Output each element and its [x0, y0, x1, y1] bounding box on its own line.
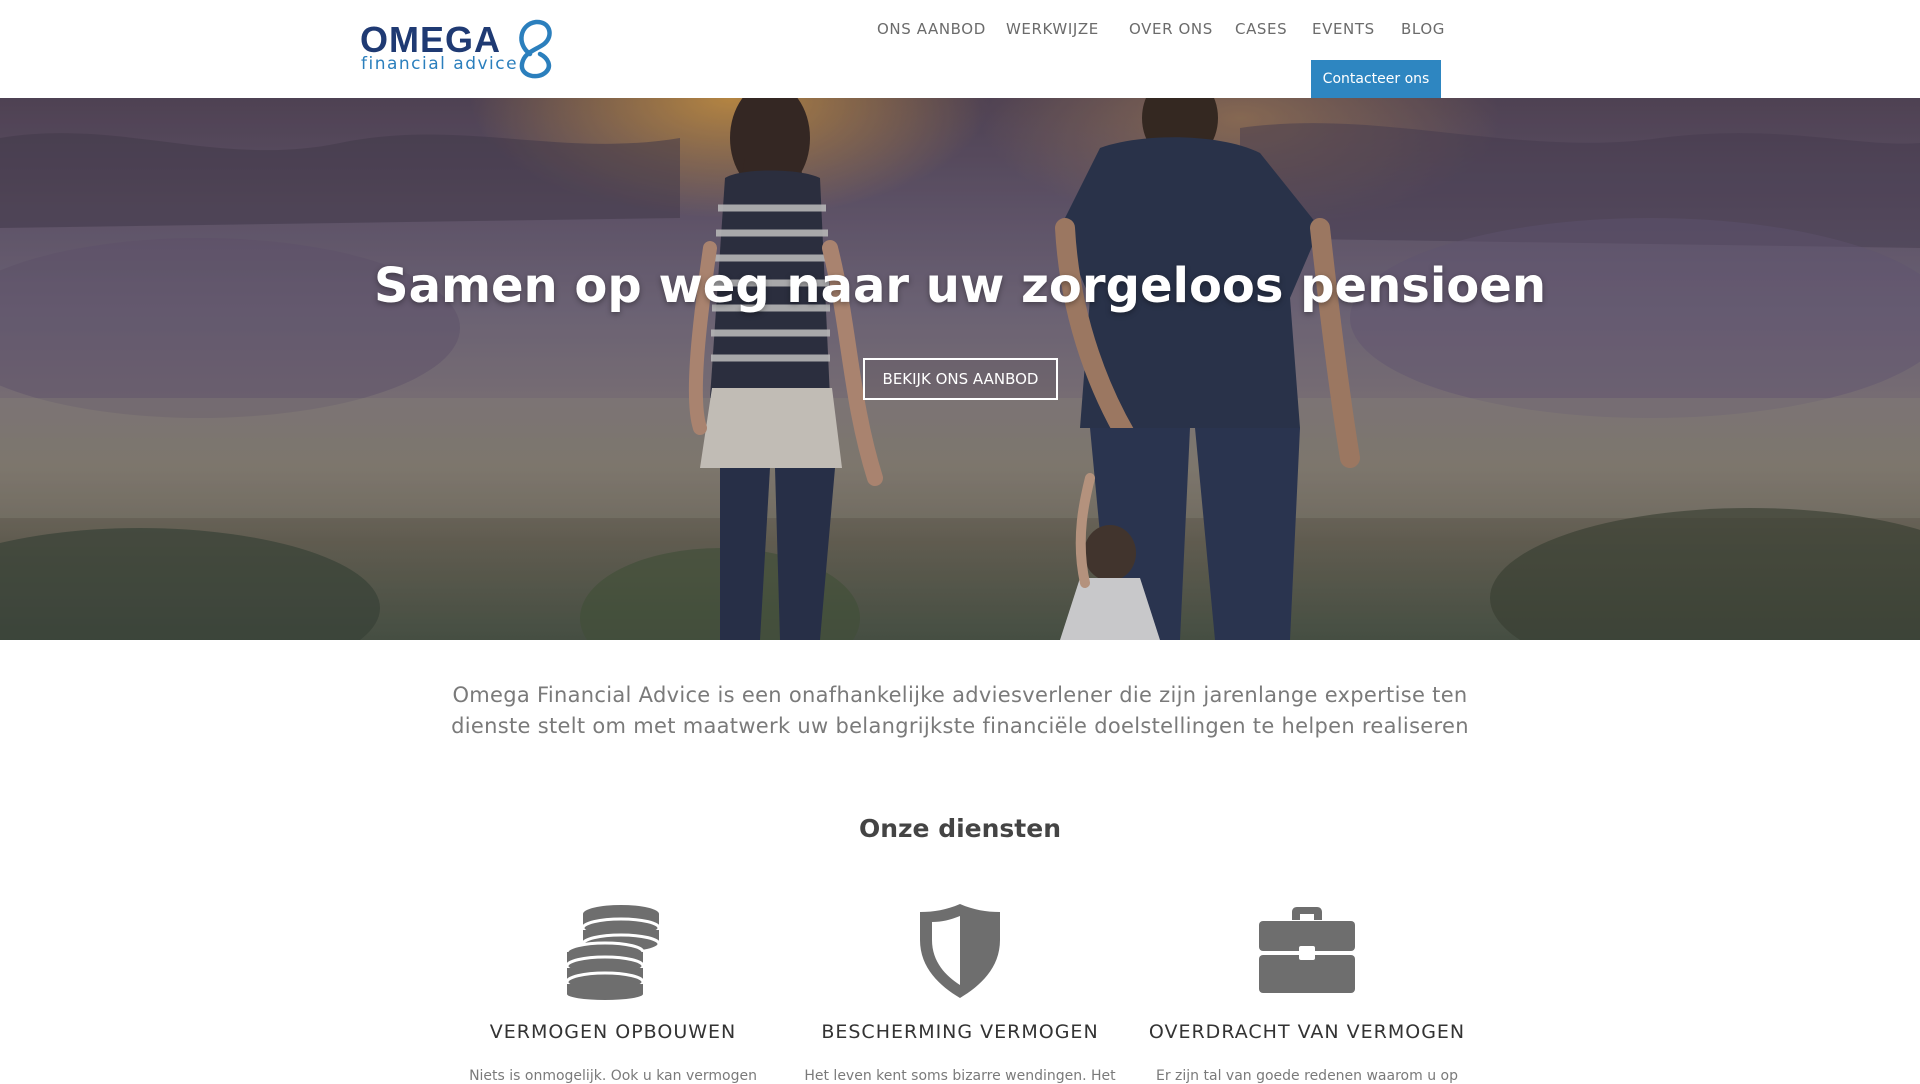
briefcase-icon	[1259, 907, 1355, 993]
service-card-wealth-protection[interactable]: BESCHERMING VERMOGEN Het leven kent soms…	[800, 900, 1120, 1084]
service-description: Het leven kent soms bizarre wendingen. H…	[804, 1068, 1116, 1084]
shield-icon	[920, 904, 1000, 998]
service-card-wealth-transfer[interactable]: OVERDRACHT VAN VERMOGEN Er zijn tal van …	[1147, 900, 1467, 1084]
hero-title: Samen op weg naar uw zorgeloos pensioen	[374, 258, 1546, 314]
nav-item-events[interactable]: EVENTS	[1312, 20, 1375, 38]
service-title: BESCHERMING VERMOGEN	[821, 1021, 1099, 1043]
nav-item-over-ons[interactable]: OVER ONS	[1129, 20, 1213, 38]
intro-text: Omega Financial Advice is een onafhankel…	[451, 683, 1469, 738]
service-card-wealth-building[interactable]: VERMOGEN OPBOUWEN Niets is onmogelijk. O…	[453, 900, 773, 1084]
service-description: Er zijn tal van goede redenen waarom u o…	[1156, 1068, 1458, 1084]
site-header: OMEGA financial advice ONS AANBOD WERKWI…	[0, 0, 1920, 98]
service-description: Niets is onmogelijk. Ook u kan vermogen	[469, 1068, 757, 1084]
nav-item-werkwijze[interactable]: WERKWIJZE	[1006, 20, 1099, 38]
contact-button[interactable]: Contacteer ons	[1311, 60, 1441, 98]
service-title: VERMOGEN OPBOUWEN	[489, 1021, 737, 1043]
services-title: Onze diensten	[858, 814, 1062, 843]
nav-item-ons-aanbod[interactable]: ONS AANBOD	[877, 20, 986, 38]
view-offer-button[interactable]: BEKIJK ONS AANBOD	[863, 358, 1058, 400]
coins-icon	[565, 905, 661, 1000]
logo-tagline: financial advice	[361, 54, 519, 74]
hero-banner: Samen op weg naar uw zorgeloos pensioen …	[0, 98, 1920, 640]
nav-item-cases[interactable]: CASES	[1235, 20, 1287, 38]
service-title: OVERDRACHT VAN VERMOGEN	[1148, 1021, 1466, 1043]
nav-item-blog[interactable]: BLOG	[1401, 20, 1445, 38]
main-nav: ONS AANBOD WERKWIJZE OVER ONS CASES EVEN…	[0, 20, 1920, 40]
